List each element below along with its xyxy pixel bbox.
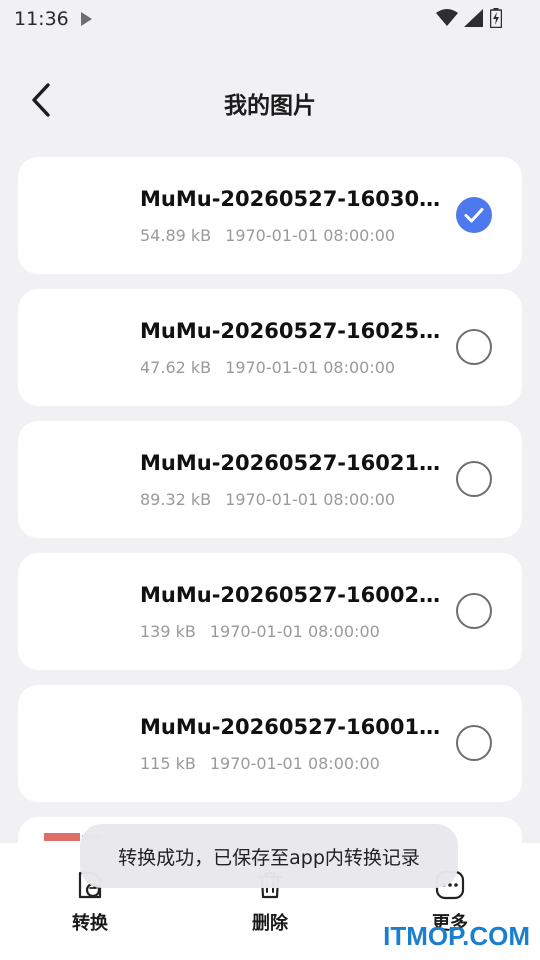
image-name: MuMu-20260527-160306... [140,187,446,211]
wifi-icon [436,9,458,26]
header: 我的图片 [0,70,540,132]
image-meta: 47.62 kB 1970-01-01 08:00:00 [140,358,409,377]
watermark-text: ITMOP.COM [383,921,530,951]
image-meta: 54.89 kB 1970-01-01 08:00:00 [140,226,409,245]
select-checkbox[interactable] [456,197,492,233]
battery-icon [490,8,502,28]
image-thumbnail [40,573,136,649]
image-size: 115 kB [140,754,196,773]
image-card[interactable]: MuMu-20260527-160306... 54.89 kB 1970-01-… [18,157,522,274]
image-name: MuMu-20260527-160024... [140,583,446,607]
status-bar: 11:36 [0,0,540,38]
status-time: 11:36 [14,8,69,30]
image-thumbnail [40,441,136,517]
image-meta: 115 kB 1970-01-01 08:00:00 [140,754,394,773]
image-thumbnail [40,309,136,385]
image-name: MuMu-20260527-160218... [140,451,446,475]
image-size: 54.89 kB [140,226,212,245]
image-thumbnail [40,177,136,253]
image-date: 1970-01-01 08:00:00 [225,226,396,245]
image-size: 89.32 kB [140,490,212,509]
image-date: 1970-01-01 08:00:00 [209,754,380,773]
nav-convert-label: 转换 [72,913,108,934]
image-meta: 89.32 kB 1970-01-01 08:00:00 [140,490,409,509]
image-card[interactable]: MuMu-20260527-160218... 89.32 kB 1970-01-… [18,421,522,538]
status-icons [436,8,502,28]
image-card[interactable]: MuMu-20260527-160024... 139 kB 1970-01-01… [18,553,522,670]
image-date: 1970-01-01 08:00:00 [209,622,380,641]
image-card[interactable]: MuMu-20260527-160016... 115 kB 1970-01-01… [18,685,522,802]
image-date: 1970-01-01 08:00:00 [225,358,396,377]
toast-message: 转换成功，已保存至app内转换记录 [80,824,458,888]
select-checkbox[interactable] [456,329,492,365]
image-date: 1970-01-01 08:00:00 [225,490,396,509]
signal-icon [464,9,483,27]
select-checkbox[interactable] [456,593,492,629]
play-icon [80,12,92,26]
image-name: MuMu-20260527-160016... [140,715,446,739]
select-checkbox[interactable] [456,725,492,761]
nav-delete-label: 删除 [252,913,288,934]
check-icon [464,208,484,223]
page-title: 我的图片 [224,93,316,119]
select-checkbox[interactable] [456,461,492,497]
image-size: 139 kB [140,622,196,641]
image-card[interactable]: MuMu-20260527-160254... 47.62 kB 1970-01-… [18,289,522,406]
image-meta: 139 kB 1970-01-01 08:00:00 [140,622,394,641]
image-list: MuMu-20260527-160306... 54.89 kB 1970-01-… [18,157,522,817]
image-thumbnail [40,705,136,781]
image-size: 47.62 kB [140,358,212,377]
image-name: MuMu-20260527-160254... [140,319,446,343]
